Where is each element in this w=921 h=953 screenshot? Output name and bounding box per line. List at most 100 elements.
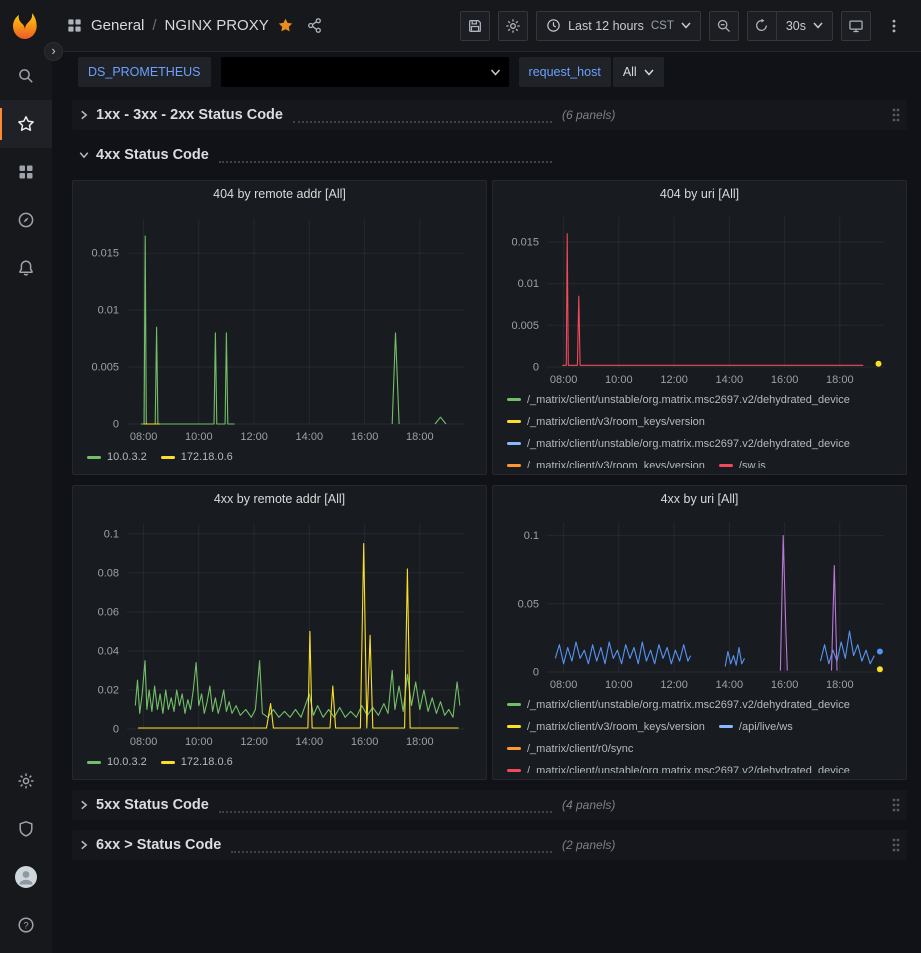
top-navbar: General / NGINX PROXY bbox=[52, 0, 921, 52]
svg-text:14:00: 14:00 bbox=[296, 431, 324, 443]
chevron-down-icon bbox=[644, 69, 654, 76]
panel-title[interactable]: 4xx by remote addr [All] bbox=[83, 492, 476, 514]
share-icon[interactable] bbox=[306, 17, 323, 34]
datasource-variable-value[interactable] bbox=[221, 57, 509, 87]
legend-item[interactable]: /_matrix/client/r0/sync bbox=[507, 738, 633, 760]
svg-text:0.015: 0.015 bbox=[91, 248, 119, 260]
breadcrumb-section[interactable]: General bbox=[91, 17, 144, 34]
panel-title[interactable]: 404 by uri [All] bbox=[503, 187, 896, 207]
svg-text:0.005: 0.005 bbox=[511, 320, 539, 332]
row-header-1xx-3xx-2xx[interactable]: 1xx - 3xx - 2xx Status Code (6 panels) bbox=[72, 100, 907, 130]
legend-item[interactable]: /sw.js bbox=[719, 455, 766, 468]
svg-text:0.02: 0.02 bbox=[98, 685, 119, 697]
sidebar-item-dashboards[interactable] bbox=[0, 148, 52, 196]
sidebar-item-alerting[interactable] bbox=[0, 244, 52, 292]
panel-4xx-by-uri: 4xx by uri [All] 00.050.108:0010:0012:00… bbox=[492, 485, 907, 780]
sidebar-item-configuration[interactable] bbox=[0, 757, 52, 805]
favorite-star-icon[interactable] bbox=[277, 17, 294, 34]
sidebar: › bbox=[0, 0, 52, 953]
legend-item[interactable]: 10.0.3.2 bbox=[87, 751, 147, 773]
sidebar-bottom-group: ? bbox=[0, 757, 52, 949]
refresh-interval-dropdown[interactable]: 30s bbox=[776, 11, 833, 41]
legend-label: 172.18.0.6 bbox=[181, 756, 233, 768]
refresh-interval-value: 30s bbox=[786, 19, 806, 33]
panel-title[interactable]: 404 by remote addr [All] bbox=[83, 187, 476, 209]
datasource-variable-label[interactable]: DS_PROMETHEUS bbox=[78, 57, 211, 87]
dashboards-grid-icon bbox=[17, 163, 35, 181]
row-title: 4xx Status Code bbox=[96, 147, 209, 163]
legend-item[interactable]: /_matrix/client/v3/room_keys/version bbox=[507, 411, 705, 433]
row-dotted-leader bbox=[219, 148, 552, 163]
refresh-button[interactable] bbox=[747, 11, 777, 41]
sidebar-item-explore[interactable] bbox=[0, 196, 52, 244]
svg-text:0.08: 0.08 bbox=[98, 567, 119, 579]
chevron-right-icon bbox=[78, 109, 90, 121]
sidebar-item-starred[interactable] bbox=[0, 100, 52, 148]
svg-text:0.01: 0.01 bbox=[98, 305, 119, 317]
sidebar-collapse-button[interactable]: › bbox=[44, 42, 63, 61]
row-header-4xx[interactable]: 4xx Status Code bbox=[72, 140, 907, 170]
request-host-label[interactable]: request_host bbox=[519, 57, 611, 87]
legend-swatch bbox=[507, 725, 521, 728]
gear-icon bbox=[17, 772, 35, 790]
time-series-chart: 00.020.040.060.080.108:0010:0012:0014:00… bbox=[83, 514, 478, 749]
timezone-label: CST bbox=[651, 20, 674, 32]
svg-text:10:00: 10:00 bbox=[185, 736, 213, 748]
sidebar-item-help[interactable]: ? bbox=[0, 901, 52, 949]
more-options-button[interactable] bbox=[879, 11, 909, 41]
legend-swatch bbox=[507, 398, 521, 401]
grafana-logo[interactable] bbox=[0, 0, 52, 52]
zoom-out-icon bbox=[716, 18, 732, 34]
row-header-6xx[interactable]: 6xx > Status Code (2 panels) bbox=[72, 830, 907, 860]
legend-item[interactable]: /api/live/ws bbox=[719, 716, 793, 738]
legend-label: 172.18.0.6 bbox=[181, 451, 233, 463]
request-host-value-dropdown[interactable]: All bbox=[613, 57, 664, 87]
row-drag-handle[interactable] bbox=[891, 837, 901, 853]
legend-item[interactable]: 172.18.0.6 bbox=[161, 446, 233, 468]
dashboard-title[interactable]: NGINX PROXY bbox=[165, 17, 269, 34]
legend-item[interactable]: /_matrix/client/v3/room_keys/version bbox=[507, 455, 705, 468]
legend-item[interactable]: /_matrix/client/unstable/org.matrix.msc2… bbox=[507, 694, 850, 716]
legend-item[interactable]: /_matrix/client/v3/room_keys/version bbox=[507, 716, 705, 738]
refresh-group: 30s bbox=[747, 11, 833, 41]
time-series-chart: 00.0050.010.01508:0010:0012:0014:0016:00… bbox=[503, 207, 898, 387]
svg-text:14:00: 14:00 bbox=[716, 679, 744, 691]
request-host-value: All bbox=[623, 65, 637, 79]
dashboard-settings-button[interactable] bbox=[498, 11, 528, 41]
sidebar-item-server-admin[interactable] bbox=[0, 805, 52, 853]
legend-label: /_matrix/client/v3/room_keys/version bbox=[527, 721, 705, 733]
svg-text:08:00: 08:00 bbox=[130, 736, 158, 748]
chevron-down-icon bbox=[490, 69, 501, 76]
cycle-view-mode-button[interactable] bbox=[841, 11, 871, 41]
main-area: General / NGINX PROXY bbox=[52, 0, 921, 953]
row-panel-count: (4 panels) bbox=[562, 798, 615, 812]
legend-label: /_matrix/client/v3/room_keys/version bbox=[527, 416, 705, 428]
row-drag-handle[interactable] bbox=[891, 797, 901, 813]
time-range-picker[interactable]: Last 12 hours CST bbox=[536, 11, 701, 41]
svg-text:16:00: 16:00 bbox=[771, 679, 799, 691]
row-drag-handle[interactable] bbox=[891, 107, 901, 123]
legend-swatch bbox=[507, 420, 521, 423]
zoom-out-time-button[interactable] bbox=[709, 11, 739, 41]
legend-item[interactable]: /_matrix/client/unstable/org.matrix.msc2… bbox=[507, 433, 850, 455]
kebab-menu-icon bbox=[886, 18, 902, 34]
shield-icon bbox=[17, 820, 35, 838]
legend-item[interactable]: 172.18.0.6 bbox=[161, 751, 233, 773]
chevron-down-icon bbox=[681, 22, 691, 29]
panel-legend: /_matrix/client/unstable/org.matrix.msc2… bbox=[503, 692, 896, 773]
svg-text:0: 0 bbox=[533, 666, 539, 678]
sidebar-item-search[interactable] bbox=[0, 52, 52, 100]
sidebar-item-profile[interactable] bbox=[0, 853, 52, 901]
legend-swatch bbox=[507, 464, 521, 467]
legend-swatch bbox=[719, 464, 733, 467]
legend-swatch bbox=[507, 442, 521, 445]
legend-item[interactable]: /_matrix/client/unstable/org.matrix.msc2… bbox=[507, 760, 850, 773]
row-header-5xx[interactable]: 5xx Status Code (4 panels) bbox=[72, 790, 907, 820]
svg-text:10:00: 10:00 bbox=[605, 679, 633, 691]
legend-item[interactable]: 10.0.3.2 bbox=[87, 446, 147, 468]
panel-title[interactable]: 4xx by uri [All] bbox=[503, 492, 896, 512]
panel-4xx-by-remote-addr: 4xx by remote addr [All] 00.020.040.060.… bbox=[72, 485, 487, 780]
legend-item[interactable]: /_matrix/client/unstable/org.matrix.msc2… bbox=[507, 389, 850, 411]
row-panel-count: (2 panels) bbox=[562, 838, 615, 852]
save-dashboard-button[interactable] bbox=[460, 11, 490, 41]
